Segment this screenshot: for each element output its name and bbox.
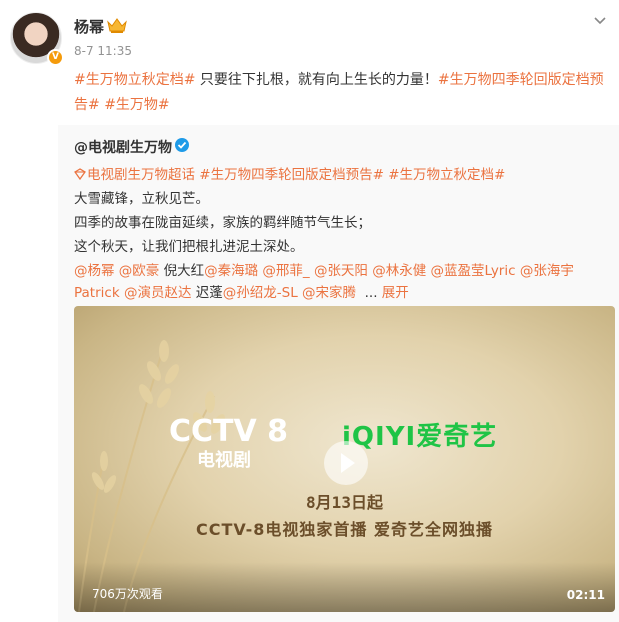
hashtag-link[interactable]: #生万物四季轮回版定档预告# (199, 167, 384, 183)
video-player[interactable]: CCTV 8 电视剧 iQIYI爱奇艺 8月13日起 CCTV-8电视独家首播 … (74, 306, 615, 612)
verified-badge-icon: V (47, 49, 64, 66)
view-count: 706万次观看 (92, 587, 163, 601)
mention-link[interactable]: @杨幂 (74, 263, 115, 279)
retweet-text-line: 四季的故事在陇亩延续，家族的羁绊随节气生长； (74, 215, 371, 231)
retweet-text-line: 这个秋天，让我们把根扎进泥土深处。 (74, 239, 304, 255)
weibo-post: V 杨幂 8-7 11:35 #生万物立秋定档# 只要往下扎根，就有向上生长的力… (0, 0, 619, 622)
post-body: 只要往下扎根，就有向上生长的力量！ (195, 72, 438, 88)
mention-link[interactable]: @欧豪 (119, 263, 160, 279)
retweet-tags: 电视剧生万物超话 #生万物四季轮回版定档预告# #生万物立秋定档# (74, 163, 505, 183)
post-time[interactable]: 8-7 11:35 (74, 44, 132, 58)
svg-text:CCTV 8: CCTV 8 (169, 414, 288, 449)
mention-link[interactable]: @孙绍龙-SL (223, 285, 298, 301)
mention-link[interactable]: @秦海璐 (204, 263, 258, 279)
iqiyi-logo: iQIYI爱奇艺 (342, 422, 498, 452)
mention-link[interactable]: @张海宇 (520, 263, 574, 279)
supertopic-link[interactable]: 电视剧生万物超话 (87, 167, 195, 183)
mentions-row: Patrick @演员赵达 迟蓬@孙绍龙-SL @宋家腾 ... 展开 (74, 281, 409, 301)
mentions-row: @杨幂 @欧豪 倪大红@秦海璐 @邢菲_ @张天阳 @林永健 @蓝盈莹Lyric… (74, 259, 574, 279)
hashtag-link[interactable]: #生万物# (104, 97, 169, 113)
mention-text: 倪大红 (163, 263, 205, 279)
hashtag-link[interactable]: #生万物立秋定档# (388, 167, 505, 183)
author-avatar[interactable]: V (10, 12, 64, 66)
broadcast-info: CCTV-8电视独家首播 爱奇艺全网独播 (196, 520, 493, 539)
crown-icon[interactable] (106, 16, 128, 34)
hashtag-link[interactable]: #生万物立秋定档# (74, 72, 195, 88)
mention-text: 迟蓬 (195, 285, 223, 301)
mention-link[interactable]: Patrick (74, 285, 120, 301)
mention-link[interactable]: @演员赵达 (124, 285, 192, 301)
retweet-author[interactable]: @电视剧生万物 (74, 137, 172, 157)
retweet-text-line: 大雪藏锋，立秋见芒。 (74, 191, 209, 207)
mention-link[interactable]: @宋家腾 (302, 285, 356, 301)
premiere-date: 8月13日起 (306, 493, 383, 512)
mention-link[interactable]: @邢菲_ (262, 263, 309, 279)
post-text: #生万物立秋定档# 只要往下扎根，就有向上生长的力量！#生万物四季轮回版定档预告… (74, 68, 604, 118)
verified-icon (175, 138, 189, 152)
expand-link[interactable]: 展开 (382, 285, 409, 301)
play-icon[interactable] (324, 441, 368, 485)
video-duration: 02:11 (566, 588, 605, 602)
svg-text:电视剧: 电视剧 (197, 449, 251, 471)
retweet-card[interactable]: @电视剧生万物 电视剧生万物超话 #生万物四季轮回版定档预告# #生万物立秋定档… (58, 125, 619, 622)
mention-link[interactable]: @蓝盈莹Lyric (431, 263, 516, 279)
ellipsis: ... (364, 285, 378, 301)
mention-link[interactable]: @张天阳 (314, 263, 368, 279)
supertopic-icon (74, 168, 86, 180)
cctv-logo: CCTV 8 电视剧 (169, 414, 288, 471)
chevron-down-icon[interactable] (591, 12, 609, 30)
mention-link[interactable]: @林永健 (372, 263, 426, 279)
author-name[interactable]: 杨幂 (74, 16, 104, 37)
